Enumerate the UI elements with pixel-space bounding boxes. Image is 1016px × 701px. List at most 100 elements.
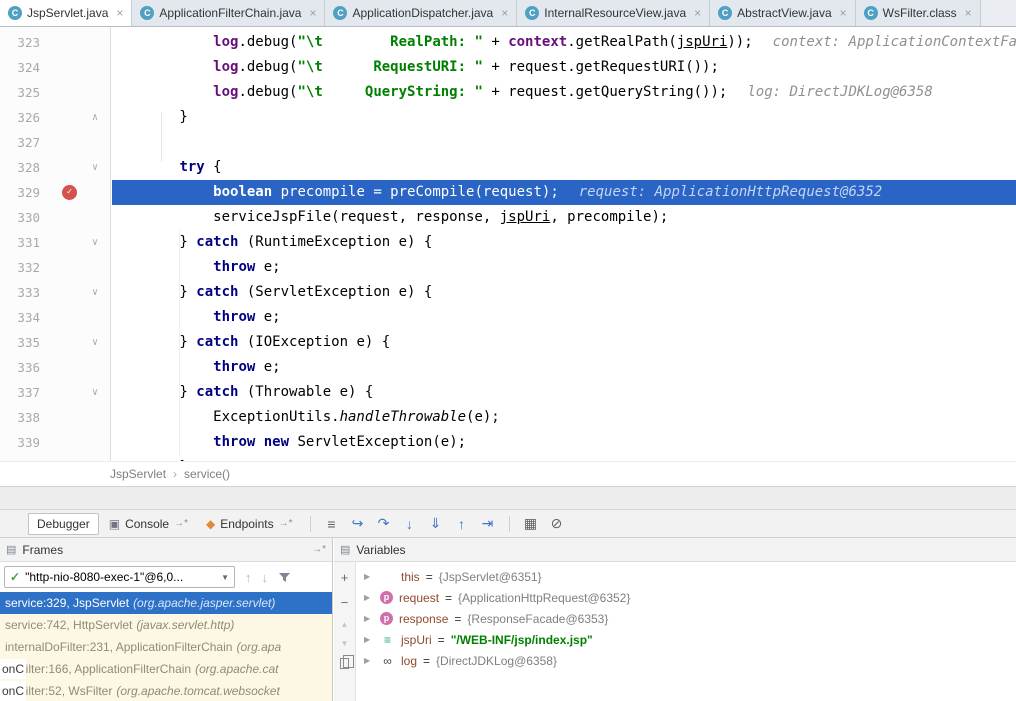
line-number[interactable]: 323 [0,30,40,55]
breakpoint-icon[interactable]: ✓ [62,185,77,200]
code-line[interactable]: 338 ExceptionUtils.handleThrowable(e); [0,405,1016,430]
code-line[interactable]: 327 [0,130,1016,155]
expand-arrow-icon[interactable]: ▶ [364,593,374,602]
variable-row[interactable]: ▶≡jspUri="/WEB-INF/jsp/index.jsp" [356,629,1016,650]
line-number[interactable]: 333 [0,280,40,305]
debug-tab-endpoints[interactable]: ◆Endpoints→* [198,514,301,534]
forward-icon[interactable]: →* [279,518,293,529]
expand-arrow-icon[interactable]: ▶ [364,656,374,665]
frame-row[interactable]: doFilter:166, ApplicationFilterChain(org… [0,658,332,680]
line-number[interactable]: 330 [0,205,40,230]
prev-frame-icon[interactable]: ↑ [245,570,252,585]
view-breakpoints-icon[interactable]: ▦ [519,515,543,532]
frame-row[interactable]: internalDoFilter:231, ApplicationFilterC… [0,636,332,658]
line-number[interactable]: 332 [0,255,40,280]
thread-selector[interactable]: ✓ "http-nio-8080-exec-1"@6,0... ▼ [4,566,235,588]
editor-tab[interactable]: CWsFilter.class× [856,0,981,26]
close-tab-icon[interactable]: × [694,6,701,20]
line-number[interactable]: 336 [0,355,40,380]
code-line[interactable]: 326∧ } [0,105,1016,130]
code-line[interactable]: 335∨ } catch (IOException e) { [0,330,1016,355]
line-number[interactable]: 325 [0,80,40,105]
copy-icon[interactable] [340,658,349,669]
line-number[interactable]: 331 [0,230,40,255]
line-number[interactable]: 326 [0,105,40,130]
line-number[interactable]: 338 [0,405,40,430]
code-line[interactable]: 323 log.debug("\t RealPath: " + context.… [0,30,1016,55]
show-execution-point-icon[interactable]: ↪ [346,515,370,532]
close-tab-icon[interactable]: × [116,6,123,20]
forward-icon[interactable]: →* [174,518,188,529]
code-line[interactable]: 334 throw e; [0,305,1016,330]
step-over-icon[interactable]: ↷ [372,515,396,532]
variable-row[interactable]: ▶∞log={DirectJDKLog@6358} [356,650,1016,671]
code-line[interactable]: 328∨ try { [0,155,1016,180]
fold-icon[interactable]: ∨ [92,230,98,255]
expand-arrow-icon[interactable]: ▶ [364,614,374,623]
code-editor: 323 log.debug("\t RealPath: " + context.… [0,27,1016,461]
line-number[interactable]: 327 [0,130,40,155]
add-watch-icon[interactable]: + [341,570,349,585]
run-to-cursor-icon[interactable]: ⇥ [476,515,500,532]
frame-row[interactable]: doFilter:52, WsFilter(org.apache.tomcat.… [0,680,332,701]
editor-tab[interactable]: CAbstractView.java× [710,0,856,26]
code-text: log.debug("\t QueryString: " + request.g… [112,80,1016,105]
fold-icon[interactable]: ∨ [92,380,98,405]
next-frame-icon[interactable]: ↓ [262,570,269,585]
line-number[interactable]: 339 [0,430,40,455]
code-line[interactable]: 324 log.debug("\t RequestURI: " + reques… [0,55,1016,80]
editor-tab[interactable]: CInternalResourceView.java× [517,0,710,26]
frame-row[interactable]: service:742, HttpServlet(javax.servlet.h… [0,614,332,636]
mute-breakpoints-icon[interactable]: ⊘ [545,515,569,532]
line-number[interactable]: 329 [0,180,40,205]
breadcrumb-item[interactable]: JspServlet [110,467,166,481]
code-line[interactable]: 330 serviceJspFile(request, response, js… [0,205,1016,230]
fold-icon[interactable]: ∨ [92,330,98,355]
code-line[interactable]: 329✓ boolean precompile = preCompile(req… [0,180,1016,205]
code-line[interactable]: 339 throw new ServletException(e); [0,430,1016,455]
line-number[interactable]: 337 [0,380,40,405]
line-number[interactable]: 328 [0,155,40,180]
fold-icon[interactable]: ∨ [92,155,98,180]
panel-splitter[interactable] [0,486,1016,509]
move-down-icon[interactable]: ▼ [341,639,349,648]
code-line[interactable]: 333∨ } catch (ServletException e) { [0,280,1016,305]
remove-watch-icon[interactable]: − [341,595,349,610]
breadcrumb-item[interactable]: service() [184,467,230,481]
expand-arrow-icon[interactable]: ▶ [364,635,374,644]
editor-tab[interactable]: CJspServlet.java× [0,0,132,26]
debug-tab-debugger[interactable]: Debugger [28,513,99,535]
editor-tab[interactable]: CApplicationDispatcher.java× [325,0,517,26]
force-step-into-icon[interactable]: ⇓ [424,515,448,532]
step-out-icon[interactable]: ↑ [450,516,474,532]
forward-icon[interactable]: →* [312,544,326,555]
variable-row[interactable]: ▶this={JspServlet@6351} [356,566,1016,587]
code-line[interactable]: 332 throw e; [0,255,1016,280]
close-tab-icon[interactable]: × [840,6,847,20]
line-number[interactable]: 324 [0,55,40,80]
code-line[interactable]: 331∨ } catch (RuntimeException e) { [0,230,1016,255]
fold-icon[interactable]: ∨ [92,280,98,305]
close-tab-icon[interactable]: × [501,6,508,20]
expand-arrow-icon[interactable]: ▶ [364,572,374,581]
variable-value: "/WEB-INF/jsp/index.jsp" [451,633,593,647]
code-line[interactable]: 325 log.debug("\t QueryString: " + reque… [0,80,1016,105]
close-tab-icon[interactable]: × [309,6,316,20]
code-line[interactable]: 336 throw e; [0,355,1016,380]
editor-tab[interactable]: CApplicationFilterChain.java× [132,0,325,26]
code-line[interactable]: 337∨ } catch (Throwable e) { [0,380,1016,405]
frame-row[interactable]: service:329, JspServlet(org.apache.jaspe… [0,592,332,614]
step-into-icon[interactable]: ↓ [398,516,422,532]
debug-tab-console[interactable]: ▣Console→* [101,514,196,534]
line-number[interactable]: 335 [0,330,40,355]
move-up-icon[interactable]: ▲ [341,620,349,629]
hamburger-icon[interactable]: ≡ [320,516,344,532]
fold-icon[interactable]: ∧ [92,105,98,130]
line-number[interactable]: 334 [0,305,40,330]
variable-row[interactable]: ▶presponse={ResponseFacade@6353} [356,608,1016,629]
variable-row[interactable]: ▶prequest={ApplicationHttpRequest@6352} [356,587,1016,608]
editor-tab-bar: CJspServlet.java×CApplicationFilterChain… [0,0,1016,27]
filter-icon[interactable] [278,571,291,584]
close-tab-icon[interactable]: × [965,6,972,20]
class-icon: C [525,6,539,20]
